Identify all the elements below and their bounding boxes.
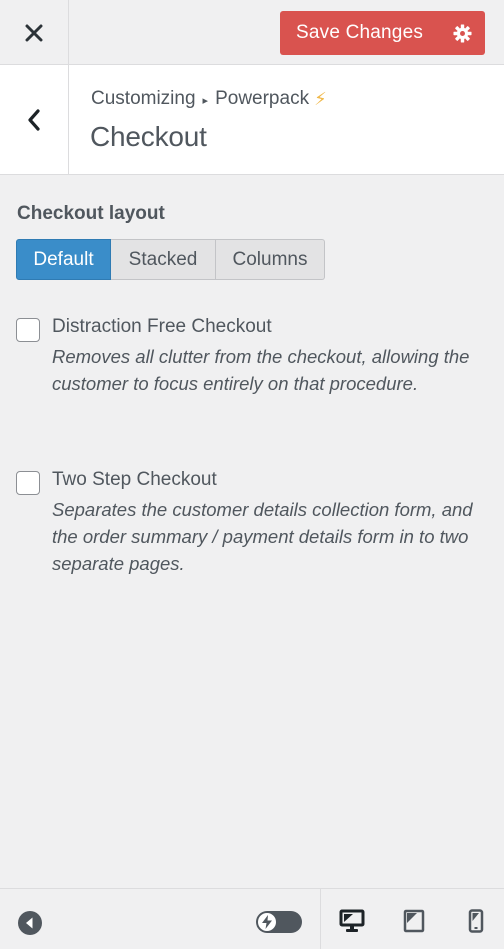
customizer-header: Save Changes [0, 0, 504, 65]
footer-divider [320, 889, 321, 949]
collapse-icon [18, 911, 42, 935]
two-step-label[interactable]: Two Step Checkout [52, 469, 217, 491]
collapse-sidebar-button[interactable] [17, 910, 43, 936]
close-icon [25, 24, 43, 41]
customizer-footer [0, 888, 504, 949]
two-step-description: Separates the customer details collectio… [52, 499, 473, 574]
layout-stacked-button[interactable]: Stacked [111, 239, 216, 280]
breadcrumb-parent: Powerpack [215, 88, 310, 109]
tablet-preview-button[interactable] [399, 906, 429, 936]
breadcrumb-separator-icon: ▸ [202, 94, 209, 107]
chevron-left-icon [28, 108, 40, 131]
mobile-preview-button[interactable] [461, 906, 491, 936]
save-button-label: Save Changes [296, 22, 424, 43]
desktop-preview-button[interactable] [337, 906, 367, 936]
breadcrumb-root: Customizing [91, 88, 196, 109]
distraction-free-label[interactable]: Distraction Free Checkout [52, 316, 272, 338]
lightning-icon [262, 915, 272, 929]
preview-toggle[interactable] [256, 911, 302, 933]
distraction-free-checkbox[interactable] [16, 318, 40, 342]
save-button[interactable]: Save Changes [280, 11, 485, 55]
desktop-icon [339, 909, 365, 932]
mobile-icon [468, 909, 484, 933]
close-button[interactable] [0, 0, 69, 65]
tablet-icon [403, 909, 425, 933]
section-header: Customizing ▸ Powerpack ⚡ Checkout [0, 65, 504, 175]
two-step-checkbox[interactable] [16, 471, 40, 495]
layout-columns-button[interactable]: Columns [216, 239, 325, 280]
checkout-layout-label: Checkout layout [17, 203, 165, 224]
page-title: Checkout [90, 121, 207, 152]
checkout-layout-button-group: Default Stacked Columns [16, 239, 325, 280]
back-button[interactable] [0, 65, 69, 174]
publish-settings-button[interactable] [439, 11, 485, 55]
bolt-icon: ⚡ [314, 88, 327, 109]
breadcrumb: Customizing ▸ Powerpack ⚡ [91, 88, 327, 110]
layout-default-button[interactable]: Default [16, 239, 111, 280]
distraction-free-description: Removes all clutter from the checkout, a… [52, 346, 470, 394]
gear-icon [452, 23, 472, 43]
toggle-knob [257, 912, 277, 932]
